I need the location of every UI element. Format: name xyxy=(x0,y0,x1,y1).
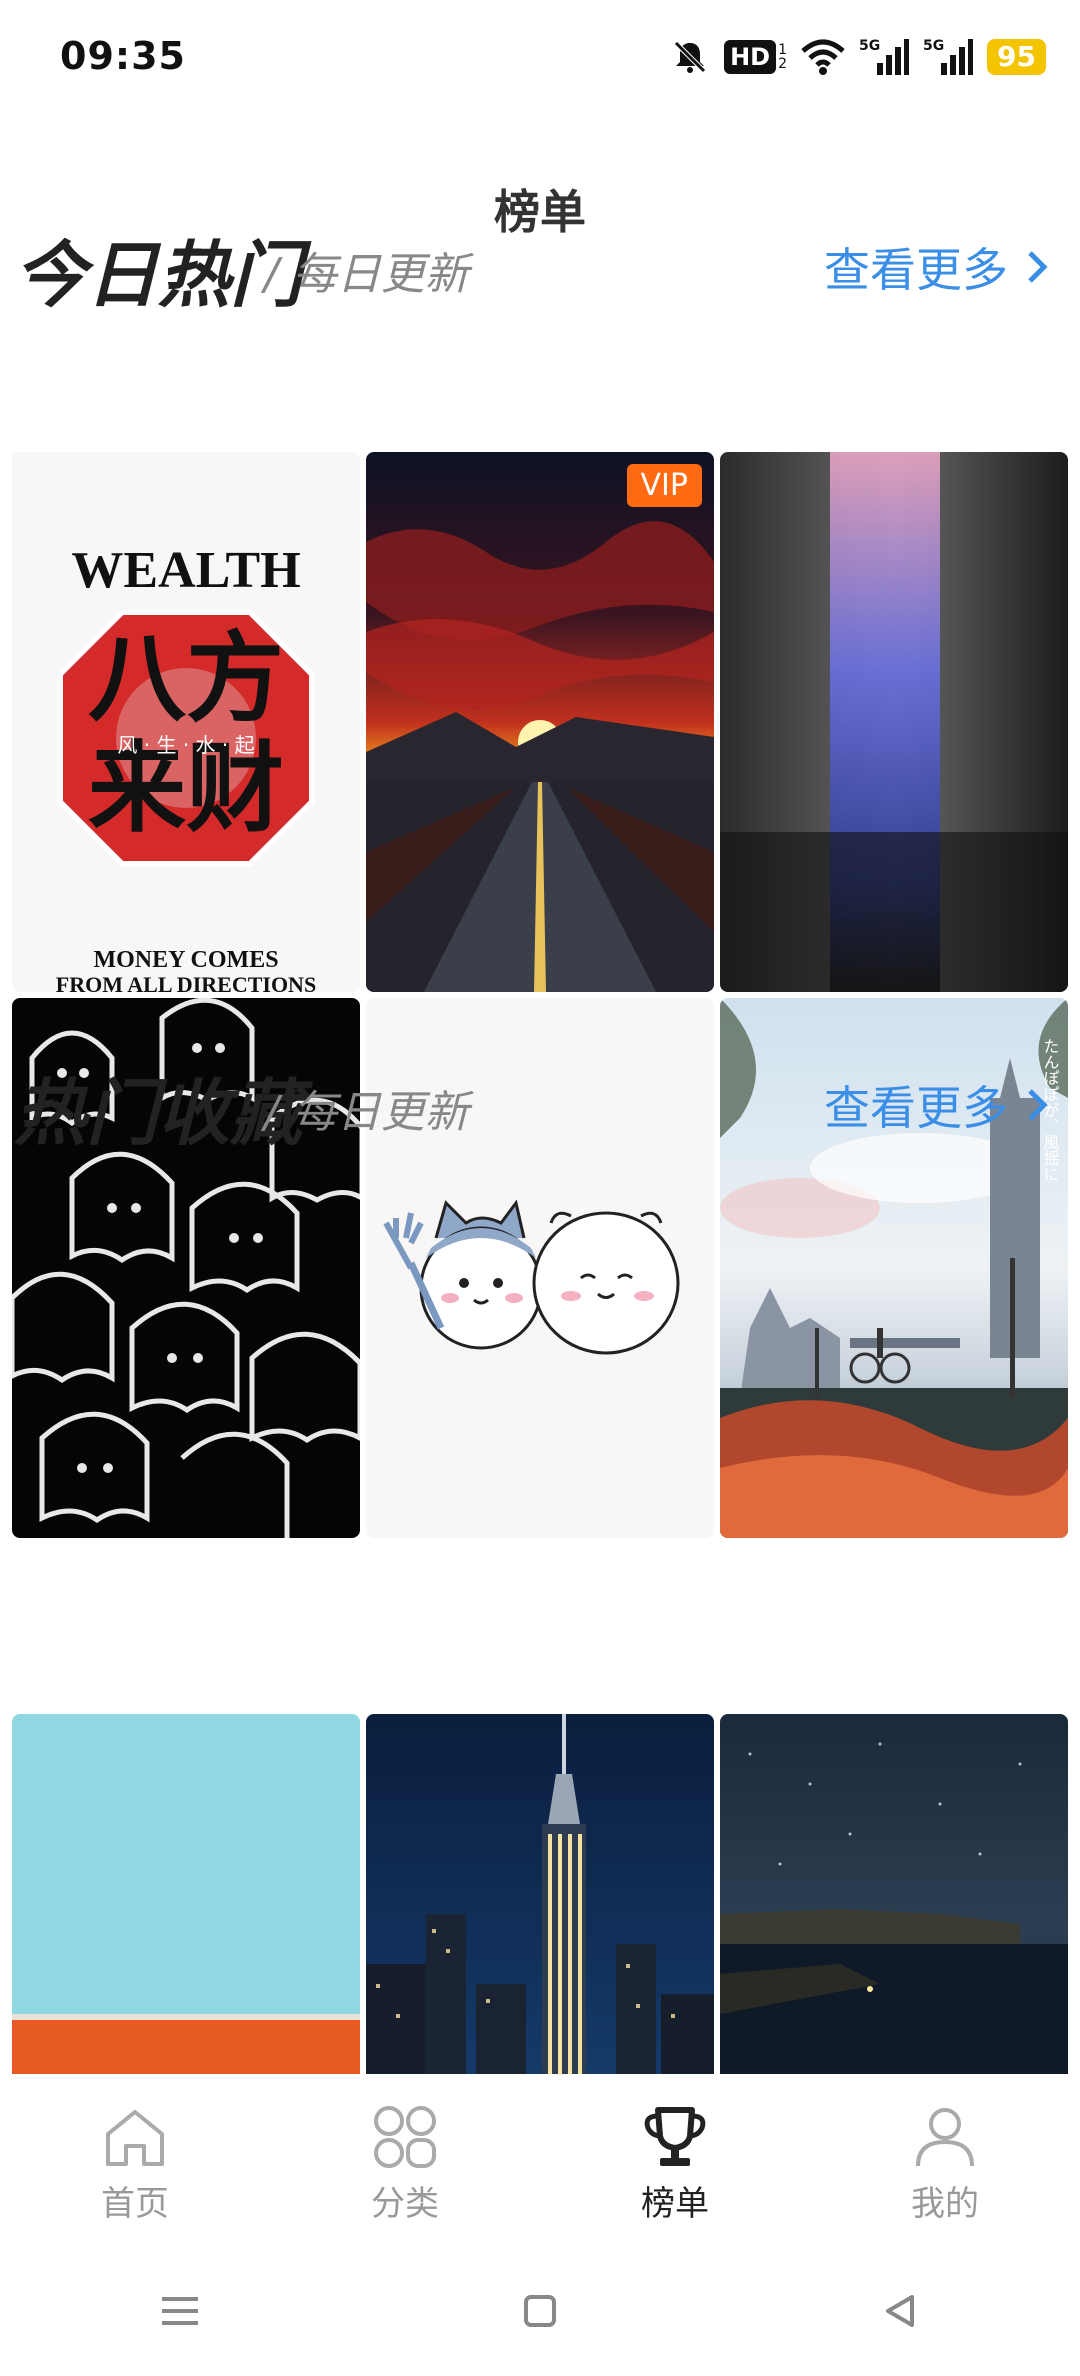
vip-badge: VIP xyxy=(626,464,702,507)
favorites-grid xyxy=(12,1714,1068,2074)
wallpaper-tile-abstract[interactable] xyxy=(720,452,1068,992)
home-system-button[interactable] xyxy=(500,2271,580,2351)
wallpaper-tile-sunset[interactable]: VIP xyxy=(366,452,714,992)
see-more-button[interactable]: 查看更多 xyxy=(824,234,1050,300)
svg-text:MONEY COMES: MONEY COMES xyxy=(93,947,278,973)
bottom-nav: 首页 分类 榜单 我的 xyxy=(0,2076,1080,2246)
menu-icon xyxy=(162,2297,198,2325)
bell-muted-icon xyxy=(670,34,710,80)
status-icons: HD 12 5G 5G 95 xyxy=(670,34,1046,80)
signal-icon-2: 5G xyxy=(923,34,974,80)
svg-text:FROM ALL DIRECTIONS: FROM ALL DIRECTIONS xyxy=(56,972,316,992)
section-title: 今日热门 xyxy=(14,233,303,317)
back-triangle-icon xyxy=(886,2295,914,2327)
status-bar: 09:35 HD 12 5G 5G 95 xyxy=(0,0,1080,110)
nav-profile[interactable]: 我的 xyxy=(810,2076,1080,2246)
section-header-today: 今日热门 / 每日更新 查看更多 xyxy=(0,216,1080,317)
category-icon xyxy=(374,2106,436,2168)
svg-text:WEALTH: WEALTH xyxy=(71,542,300,599)
back-button[interactable] xyxy=(860,2271,940,2351)
home-icon xyxy=(106,2110,164,2166)
section-title: 热门收藏 xyxy=(14,1071,303,1155)
status-time: 09:35 xyxy=(60,34,186,78)
chevron-right-icon xyxy=(1028,1089,1048,1121)
wallpaper-tile-skyscraper[interactable] xyxy=(366,1714,714,2074)
section-header-favorites: 热门收藏 / 每日更新 查看更多 xyxy=(0,1054,1080,1155)
svg-text:风 · 生 · 水 · 起: 风 · 生 · 水 · 起 xyxy=(117,733,254,757)
recent-apps-button[interactable] xyxy=(140,2271,220,2351)
nav-category[interactable]: 分类 xyxy=(270,2076,540,2246)
hd-icon: HD 12 xyxy=(724,34,787,80)
svg-text:5G: 5G xyxy=(859,38,880,54)
wallpaper-tile-orange-wall[interactable] xyxy=(12,1714,360,2074)
nav-home[interactable]: 首页 xyxy=(0,2076,270,2246)
system-nav-bar xyxy=(0,2246,1080,2376)
wallpaper-tile-wealth[interactable]: WEALTH 八方 来财 风 · 生 · 水 · 起 MONEY COMES F… xyxy=(12,452,360,992)
battery-icon: 95 xyxy=(987,34,1046,80)
today-grid: WEALTH 八方 来财 风 · 生 · 水 · 起 MONEY COMES F… xyxy=(12,452,1068,1538)
wifi-icon xyxy=(801,34,845,80)
signal-icon-1: 5G xyxy=(859,34,910,80)
wallpaper-tile-night-coast[interactable] xyxy=(720,1714,1068,2074)
nav-ranking[interactable]: 榜单 xyxy=(540,2076,810,2246)
square-icon xyxy=(524,2295,556,2327)
svg-text:八方: 八方 xyxy=(88,622,284,736)
see-more-button[interactable]: 查看更多 xyxy=(824,1072,1050,1138)
chevron-right-icon xyxy=(1028,251,1048,283)
section-subtitle: / 每日更新 xyxy=(264,1087,469,1138)
trophy-icon xyxy=(644,2107,706,2166)
svg-text:5G: 5G xyxy=(923,38,944,54)
section-subtitle: / 每日更新 xyxy=(264,249,469,300)
profile-icon xyxy=(916,2108,974,2167)
